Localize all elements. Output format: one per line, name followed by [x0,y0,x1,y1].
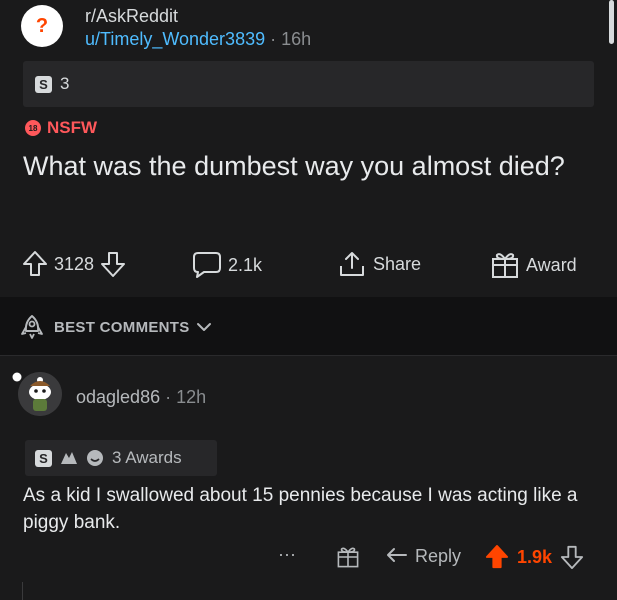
reddit-post-page: ? r/AskReddit u/Timely_Wonder3839 · 16h … [0,0,617,600]
comment-byline: odagled86 · 12h [76,387,206,408]
post-byline: u/Timely_Wonder3839 · 16h [85,29,311,50]
comment-author[interactable]: odagled86 [76,387,160,407]
gift-icon [337,547,359,568]
silver-award-icon: S [35,75,52,93]
award-count: 3 [60,74,70,93]
more-options-icon: ··· [278,544,296,564]
share-icon [340,252,364,276]
comment-score: 1.9k [517,546,553,567]
post-title[interactable]: What was the dumbest way you almost died… [23,150,583,182]
vote-group: 3128 [22,250,126,278]
more-options-button[interactable]: ··· [278,544,296,565]
scrollbar[interactable] [609,0,614,44]
gift-icon [492,253,518,278]
award-button[interactable]: Award [490,251,577,279]
comments-button[interactable]: 2.1k [192,251,262,279]
post-action-bar: 3128 2.1k Share Award [0,248,617,282]
comment-age: 12h [176,387,207,407]
award-label: Award [526,254,577,275]
silver-award-icon: S [35,449,52,467]
sort-label: BEST COMMENTS [54,318,190,336]
post-container: ? r/AskReddit u/Timely_Wonder3839 · 16h … [0,0,617,297]
post-author[interactable]: u/Timely_Wonder3839 [85,29,265,49]
byline-separator: · [270,29,277,49]
reply-button[interactable]: Reply [385,545,461,567]
nsfw-label: NSFW [47,118,98,137]
nsfw-tag: 18 NSFW [25,118,97,138]
comment-sort-bar[interactable]: BEST COMMENTS [0,297,617,356]
nsfw-icon: 18 [25,120,41,136]
reply-label: Reply [415,545,462,566]
comment-action-bar: ··· Reply 1.9k [0,540,617,574]
comment-body: As a kid I swallowed about 15 pennies be… [23,485,578,533]
comment-bubble-icon [193,252,221,278]
hands-award-icon [61,452,77,464]
thread-line [22,582,23,600]
downvote-arrow-icon[interactable] [560,544,584,570]
comment-count: 2.1k [228,254,263,275]
upvote-arrow-icon[interactable] [22,250,48,278]
commenter-avatar[interactable] [18,372,62,416]
snoo-avatar-icon [18,372,62,416]
awards-count-label: 3 Awards [112,448,182,467]
downvote-arrow-icon[interactable] [100,250,126,278]
award-flair-row[interactable]: S 3 [23,61,594,107]
comment-vote-group: 1.9k [485,544,584,570]
share-label: Share [373,253,422,274]
upvote-count: 3128 [54,253,95,274]
post-age: 16h [281,29,312,49]
share-button[interactable]: Share [337,250,421,278]
askreddit-snoo-icon: ? [35,14,49,37]
wholesome-award-icon [87,450,103,466]
upvote-arrow-icon[interactable] [485,544,509,570]
subreddit-avatar[interactable]: ? [21,5,63,47]
rocket-icon [21,315,43,339]
subreddit-name[interactable]: r/AskReddit [85,6,178,27]
comment-separator: · [165,387,172,407]
comment-award-button[interactable] [336,545,360,569]
chevron-down-icon [196,323,211,331]
comment-awards-row[interactable]: S 3 Awards [25,440,217,476]
online-dot-icon [12,372,22,382]
reply-arrow-icon [387,548,407,562]
